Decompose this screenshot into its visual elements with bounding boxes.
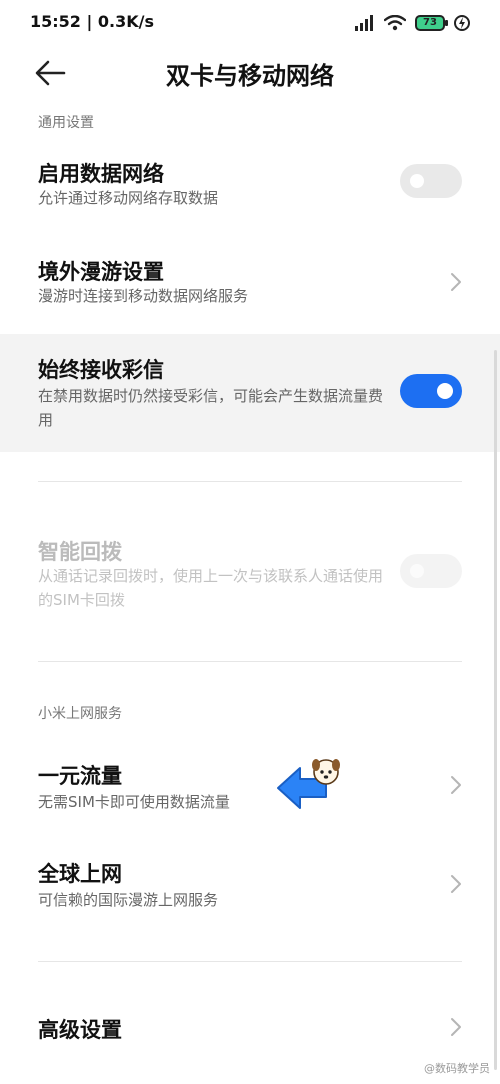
status-bar: 15:52 | 0.3K/s 73 [0,0,500,46]
scrollbar[interactable] [494,350,497,1070]
pointer-arrow-icon [277,759,340,809]
global-internet-subtitle: 可信赖的国际漫游上网服务 [38,891,219,909]
one-yuan-data-row[interactable]: 一元流量 无需SIM卡即可使用数据流量 [0,744,500,832]
smart-redial-title: 智能回拨 [38,540,122,564]
toggle-knob [410,564,424,578]
section-label-general: 通用设置 [38,115,94,131]
chevron-right-icon [451,1018,461,1036]
chevron-right-icon [451,875,461,893]
watermark: @数码教学员 [424,1062,490,1075]
header: 双卡与移动网络 [0,46,500,104]
divider [38,481,462,482]
battery-icon: 73 [415,15,448,31]
mobile-data-title: 启用数据网络 [38,162,164,186]
wifi-icon [384,15,406,31]
smart-redial-subtitle: 从通话记录回拨时，使用上一次与该联系人通话使用的SIM卡回拨 [38,567,384,609]
smart-redial-toggle [400,554,462,588]
mobile-data-toggle[interactable] [400,164,462,198]
charging-icon [454,15,470,31]
mms-title: 始终接收彩信 [38,358,164,382]
chevron-right-icon [451,273,461,291]
roaming-settings-row[interactable]: 境外漫游设置 漫游时连接到移动数据网络服务 [0,238,500,332]
section-label-xiaomi-services: 小米上网服务 [38,706,122,722]
chevron-right-icon [451,776,461,794]
advanced-settings-title: 高级设置 [38,1018,122,1042]
mobile-data-row[interactable]: 启用数据网络 允许通过移动网络存取数据 [0,140,500,232]
mms-toggle[interactable] [400,374,462,408]
always-receive-mms-row[interactable]: 始终接收彩信 在禁用数据时仍然接受彩信，可能会产生数据流量费用 [0,334,500,452]
page-title: 双卡与移动网络 [166,62,334,90]
divider [38,961,462,962]
mms-subtitle: 在禁用数据时仍然接受彩信，可能会产生数据流量费用 [38,387,384,429]
divider [38,661,462,662]
toggle-knob [437,383,453,399]
toggle-knob [410,174,424,188]
mobile-data-subtitle: 允许通过移动网络存取数据 [38,189,219,207]
signal-icon [355,15,373,31]
roaming-title: 境外漫游设置 [38,260,164,284]
one-yuan-title: 一元流量 [38,764,122,788]
smart-redial-row: 智能回拨 从通话记录回拨时，使用上一次与该联系人通话使用的SIM卡回拨 [0,520,500,620]
status-icons: 73 [355,12,470,34]
global-internet-row[interactable]: 全球上网 可信赖的国际漫游上网服务 [0,842,500,930]
status-time: 15:52 | 0.3K/s [30,12,155,31]
global-internet-title: 全球上网 [38,862,122,886]
roaming-subtitle: 漫游时连接到移动数据网络服务 [38,287,249,305]
advanced-settings-row[interactable]: 高级设置 [0,990,500,1066]
